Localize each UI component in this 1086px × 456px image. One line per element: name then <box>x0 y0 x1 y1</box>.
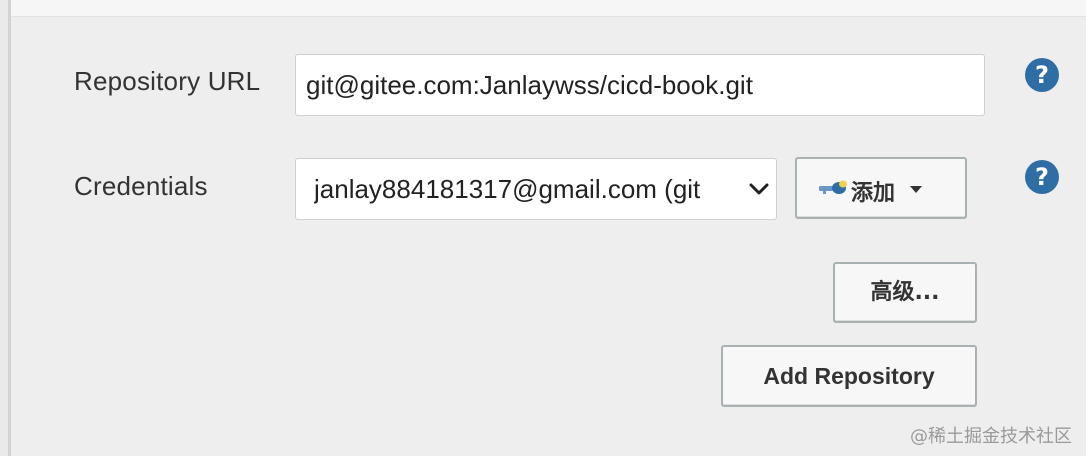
left-gutter <box>0 0 8 456</box>
advanced-button[interactable]: 高级... <box>833 262 977 323</box>
add-button-label: 添加 <box>851 181 896 206</box>
chevron-down-icon <box>749 183 769 195</box>
credentials-label: Credentials <box>74 171 208 201</box>
credentials-select[interactable]: janlay884181317@gmail.com (git <box>295 158 777 220</box>
watermark-text: @稀土掘金技术社区 <box>910 426 1072 447</box>
help-icon[interactable]: ? <box>1025 58 1059 92</box>
help-icon[interactable]: ? <box>1025 160 1059 194</box>
top-border <box>11 0 1086 17</box>
add-credentials-button[interactable]: 添加 <box>795 157 967 219</box>
credentials-selected-value: janlay884181317@gmail.com (git <box>314 174 701 204</box>
repository-url-input[interactable]: git@gitee.com:Janlaywss/cicd-book.git <box>295 54 985 116</box>
caret-down-icon <box>910 186 922 193</box>
repository-url-label: Repository URL <box>74 66 261 96</box>
add-repository-button[interactable]: Add Repository <box>721 345 977 407</box>
key-icon <box>819 180 847 194</box>
